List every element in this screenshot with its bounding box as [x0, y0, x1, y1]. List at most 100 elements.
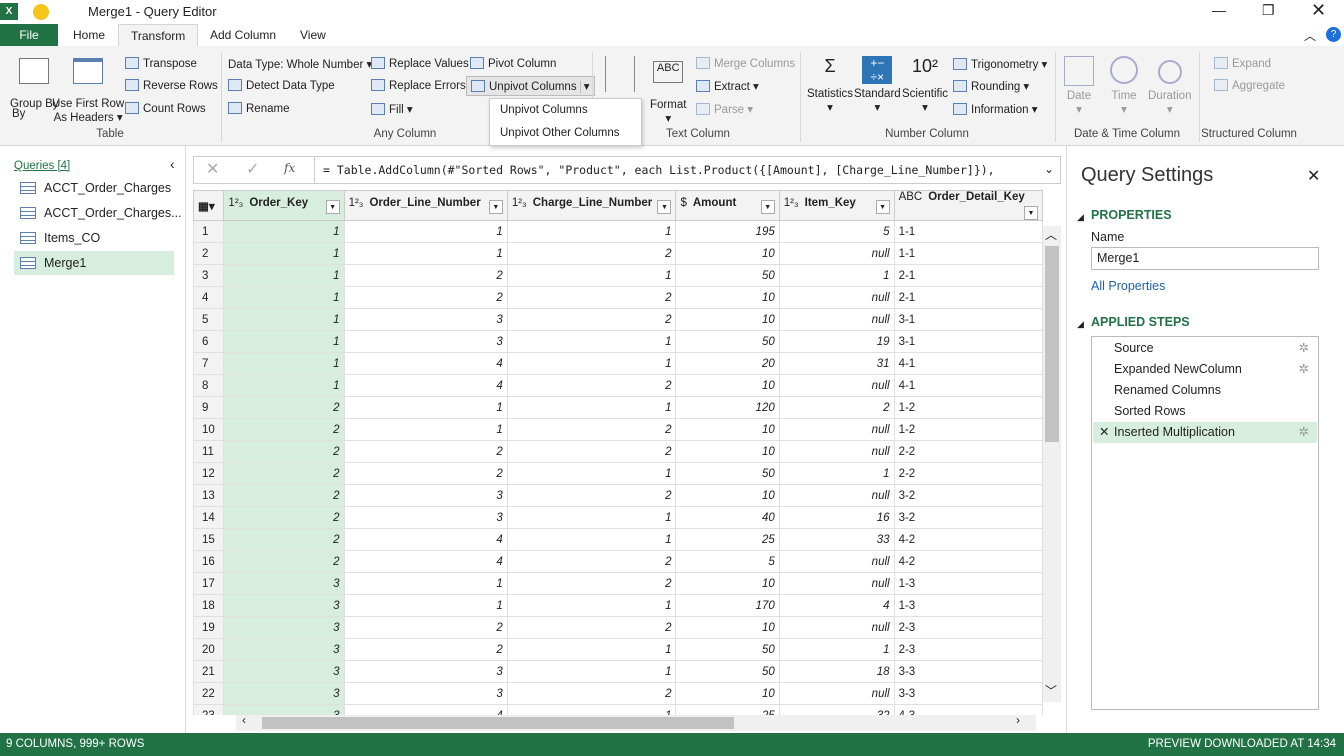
- close-settings-button[interactable]: ✕: [1307, 166, 1320, 186]
- cell[interactable]: 10: [675, 484, 780, 507]
- cell[interactable]: 1: [343, 572, 508, 595]
- cell[interactable]: 10: [675, 616, 780, 639]
- cell[interactable]: null: [778, 286, 895, 309]
- cell[interactable]: 2-2: [893, 440, 1043, 463]
- cell[interactable]: 3-2: [893, 484, 1043, 507]
- information-button[interactable]: Information ▾: [953, 102, 1038, 116]
- step-item-selected[interactable]: ✕ Inserted Multiplication ✲: [1093, 422, 1317, 443]
- cell[interactable]: 3: [343, 484, 508, 507]
- step-item[interactable]: Source ✲: [1093, 338, 1317, 359]
- cell[interactable]: 19: [778, 330, 895, 353]
- cell[interactable]: 1: [343, 396, 508, 419]
- restore-button[interactable]: ❐: [1262, 2, 1275, 19]
- cell[interactable]: 1: [506, 660, 677, 683]
- filter-dropdown-icon[interactable]: ▼: [325, 200, 340, 214]
- cell[interactable]: 1-3: [893, 572, 1043, 595]
- gear-icon[interactable]: ✲: [1299, 422, 1309, 443]
- cell[interactable]: 120: [675, 396, 780, 419]
- cell[interactable]: 1-1: [893, 220, 1043, 243]
- type-icon[interactable]: ABC: [899, 192, 923, 204]
- cancel-icon[interactable]: ✕: [206, 159, 219, 179]
- cell[interactable]: 4: [778, 594, 895, 617]
- cell[interactable]: 3: [223, 638, 345, 661]
- cell[interactable]: 2: [506, 242, 677, 265]
- collapse-icon[interactable]: ◢: [1077, 212, 1084, 223]
- cell[interactable]: 3: [343, 682, 508, 705]
- cell[interactable]: 2-3: [893, 638, 1043, 661]
- cell[interactable]: 5: [778, 220, 895, 243]
- step-item[interactable]: Renamed Columns: [1093, 380, 1317, 401]
- vertical-scroll-thumb[interactable]: [1045, 246, 1059, 442]
- type-icon[interactable]: 1²₃: [784, 197, 799, 209]
- cell[interactable]: null: [778, 308, 895, 331]
- cell[interactable]: 10: [675, 286, 780, 309]
- unpivot-columns-button[interactable]: Unpivot Columns ▾: [466, 76, 595, 96]
- rename-button[interactable]: Rename: [228, 102, 289, 115]
- transpose-button[interactable]: Transpose: [125, 57, 197, 70]
- merge-columns-button[interactable]: Merge Columns: [696, 57, 795, 70]
- cell[interactable]: 3-3: [893, 682, 1043, 705]
- cell[interactable]: 2: [343, 440, 508, 463]
- cell[interactable]: 2: [223, 418, 345, 441]
- gear-icon[interactable]: ✲: [1299, 359, 1309, 380]
- column-header[interactable]: 1²₃ Charge_Line_Number ▼: [506, 190, 677, 221]
- tab-add-column[interactable]: Add Column: [198, 24, 288, 46]
- tab-transform[interactable]: Transform: [118, 24, 199, 46]
- query-item[interactable]: Items_CO: [14, 226, 174, 250]
- cell[interactable]: 2: [506, 286, 677, 309]
- cell[interactable]: 50: [675, 264, 780, 287]
- query-item-selected[interactable]: Merge1: [14, 251, 174, 275]
- cell[interactable]: 1: [506, 330, 677, 353]
- cell[interactable]: 4: [343, 352, 508, 375]
- cell[interactable]: 4: [343, 374, 508, 397]
- name-input[interactable]: Merge1: [1091, 247, 1319, 270]
- cell[interactable]: 1-3: [893, 594, 1043, 617]
- cell[interactable]: 4-1: [893, 352, 1043, 375]
- cell[interactable]: 1: [506, 396, 677, 419]
- cell[interactable]: 3: [223, 660, 345, 683]
- row-number[interactable]: 3: [193, 264, 225, 287]
- time-button[interactable]: Time ▾: [1110, 56, 1138, 116]
- cell[interactable]: 3: [343, 506, 508, 529]
- cell[interactable]: 2-3: [893, 616, 1043, 639]
- column-header[interactable]: $ Amount ▼: [675, 190, 780, 221]
- row-number[interactable]: 19: [193, 616, 225, 639]
- delete-step-icon[interactable]: ✕: [1099, 422, 1109, 443]
- statistics-button[interactable]: Σ Statistics ▾: [807, 56, 853, 114]
- close-button[interactable]: ✕: [1311, 0, 1326, 21]
- row-number[interactable]: 10: [193, 418, 225, 441]
- expand-formula-icon[interactable]: ⌄: [1044, 162, 1054, 176]
- cell[interactable]: 1: [223, 286, 345, 309]
- cell[interactable]: 1: [506, 594, 677, 617]
- cell[interactable]: 1: [506, 220, 677, 243]
- cell[interactable]: 3: [223, 682, 345, 705]
- use-first-row-button[interactable]: Use First Row As Headers ▾: [52, 58, 124, 124]
- cell[interactable]: 32: [778, 704, 895, 715]
- scroll-right-icon[interactable]: ›: [1016, 713, 1020, 727]
- cell[interactable]: 2: [506, 572, 677, 595]
- detect-data-type-button[interactable]: Detect Data Type: [228, 79, 335, 92]
- cell[interactable]: 1: [778, 638, 895, 661]
- cell[interactable]: 10: [675, 374, 780, 397]
- row-number[interactable]: 16: [193, 550, 225, 573]
- cell[interactable]: 2: [343, 462, 508, 485]
- cell[interactable]: 1: [343, 220, 508, 243]
- cell[interactable]: 10: [675, 308, 780, 331]
- cell[interactable]: 4-1: [893, 374, 1043, 397]
- type-icon[interactable]: 1²₃: [512, 197, 527, 209]
- cell[interactable]: 2: [506, 440, 677, 463]
- cell[interactable]: 1: [506, 264, 677, 287]
- tab-file[interactable]: File: [0, 24, 58, 46]
- cell[interactable]: 1: [223, 374, 345, 397]
- cell[interactable]: 3-1: [893, 330, 1043, 353]
- replace-values-button[interactable]: Replace Values: [371, 57, 469, 70]
- row-number[interactable]: 15: [193, 528, 225, 551]
- cell[interactable]: 3: [343, 330, 508, 353]
- cell[interactable]: 2: [506, 418, 677, 441]
- cell[interactable]: 2: [223, 484, 345, 507]
- cell[interactable]: null: [778, 682, 895, 705]
- row-number[interactable]: 6: [193, 330, 225, 353]
- collapse-ribbon-icon[interactable]: ︿: [1304, 27, 1316, 44]
- cell[interactable]: 3-3: [893, 660, 1043, 683]
- step-item[interactable]: Expanded NewColumn ✲: [1093, 359, 1317, 380]
